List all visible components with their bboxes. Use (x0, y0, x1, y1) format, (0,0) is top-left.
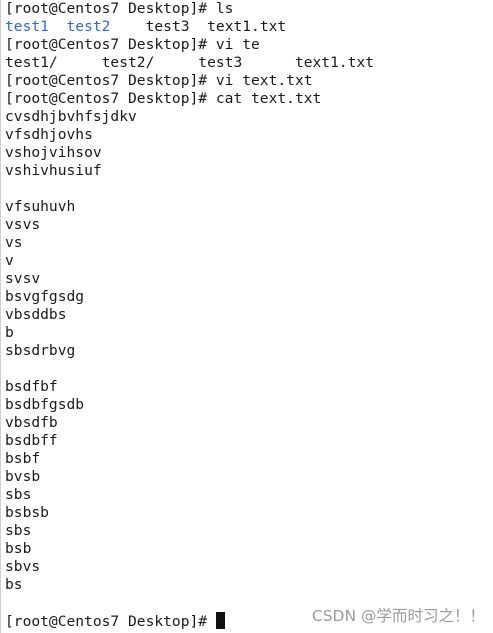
output-line: vbsddbs (5, 306, 67, 323)
shell-prompt: [root@Centos7 Desktop]# (5, 72, 216, 89)
output-line: sbs (5, 522, 32, 539)
output-line: bsdbfgsdb (5, 396, 85, 413)
shell-prompt: [root@Centos7 Desktop]# (5, 90, 216, 107)
output-line: bsdbff (5, 432, 58, 449)
csdn-watermark: CSDN @学而时习之！！ (311, 607, 485, 625)
output-line: sbsdrbvg (5, 342, 76, 359)
output-line: vbsdfb (5, 414, 58, 431)
output-line: vshojvihsov (5, 144, 102, 161)
output-line: vfsuhuvh (5, 198, 76, 215)
command-line: [root@Centos7 Desktop]# vi text.txt (5, 72, 493, 90)
output-line: b (5, 324, 14, 341)
shell-prompt: [root@Centos7 Desktop]# (5, 613, 216, 630)
output-line: sbvs (5, 558, 41, 575)
command-line: [root@Centos7 Desktop]# cat text.txt (5, 90, 493, 108)
file-entry: test3 (145, 18, 190, 35)
command-text: cat text.txt (215, 90, 322, 107)
output-line: vsvs (5, 216, 41, 233)
output-line: svsv (5, 270, 41, 287)
file-entry: text1.txt (207, 18, 287, 35)
output-line: sbs (5, 486, 32, 503)
command-text: vi text.txt (215, 72, 313, 89)
ls-output-line: test1 test2 test3 text1.txt (5, 18, 493, 36)
directory-entry: test1 (5, 18, 49, 35)
output-line: bvsb (5, 468, 41, 485)
command-line: [root@Centos7 Desktop]# ls (5, 0, 493, 18)
command-text: vi te (215, 36, 260, 53)
output-line: bsb (5, 540, 32, 557)
output-line: v (5, 252, 14, 269)
command-text: ls (215, 0, 234, 17)
shell-prompt: [root@Centos7 Desktop]# (5, 36, 216, 53)
output-line: bsdfbf (5, 378, 58, 395)
output-line: test1/ test2/ test3 text1.txt (5, 54, 375, 71)
directory-entry: test2 (66, 18, 111, 35)
output-line: bsbsb (5, 504, 49, 521)
output-line: bsvgfgsdg (5, 288, 85, 305)
output-line: bs (5, 576, 23, 593)
shell-prompt: [root@Centos7 Desktop]# (5, 0, 216, 17)
command-line: [root@Centos7 Desktop]# vi te (5, 36, 493, 54)
output-line: vfsdhjovhs (5, 126, 93, 143)
output-line: vshivhusiuf (5, 162, 102, 179)
output-line: vs (5, 234, 23, 251)
text-cursor[interactable] (215, 612, 225, 629)
output-line: bsbf (5, 450, 41, 467)
output-line: cvsdhjbvhfsjdkv (5, 108, 137, 125)
terminal-window[interactable]: [root@Centos7 Desktop]# ls test1 test2 te… (0, 0, 493, 633)
